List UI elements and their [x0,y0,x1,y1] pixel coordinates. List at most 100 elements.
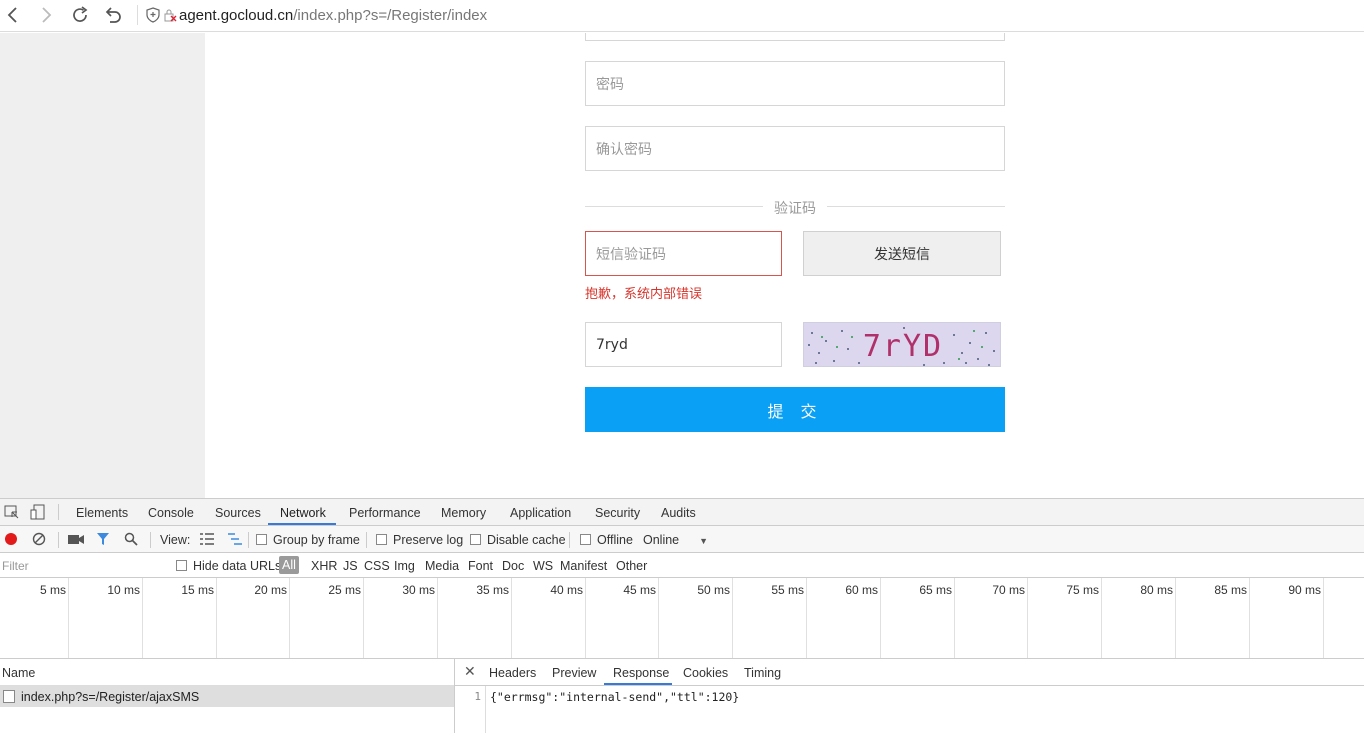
tab-security[interactable]: Security [595,506,640,520]
url-host: agent.gocloud.cn [179,6,294,24]
tab-performance[interactable]: Performance [349,506,421,520]
tab-memory[interactable]: Memory [441,506,486,520]
tab-timing[interactable]: Timing [744,666,781,680]
timeline-tick-label: 45 ms [623,583,656,597]
timeline-tick-label: 15 ms [181,583,214,597]
dropdown-arrow-icon: ▼ [699,536,709,546]
chevron-left-icon [7,7,17,23]
filter-type-manifest[interactable]: Manifest [560,559,607,573]
captcha-input[interactable]: 7ryd [585,322,782,367]
filter-type-font[interactable]: Font [468,559,493,573]
document-icon [3,690,15,703]
filter-input[interactable]: Filter [0,556,162,575]
password-field[interactable]: 密码 [585,61,1005,106]
filter-type-all[interactable]: All [279,556,299,574]
toolbar-divider [248,532,249,548]
timeline-gridline [68,578,69,658]
tab-console[interactable]: Console [148,506,194,520]
toolbar-divider [366,532,367,548]
tabbar-divider [58,504,59,520]
timeline-tick-label: 20 ms [254,583,287,597]
timeline-tick-label: 80 ms [1140,583,1173,597]
filter-type-js[interactable]: JS [343,559,358,573]
detail-tabbar: ✕ Headers Preview Response Cookies Timin… [455,659,1364,686]
undo-button[interactable] [102,4,124,26]
timeline-tick-label: 55 ms [771,583,804,597]
timeline-gridline [806,578,807,658]
toolbar-divider [58,532,59,548]
toolbar-divider [137,5,138,25]
throttling-value: Online [643,533,680,547]
timeline-gridline [142,578,143,658]
timeline-gridline [1323,578,1324,658]
response-viewer[interactable]: 1 {"errmsg":"internal-send","ttl":120} [455,686,1364,733]
request-name: index.php?s=/Register/ajaxSMS [21,689,200,704]
filter-type-media[interactable]: Media [425,559,459,573]
reload-button[interactable] [69,4,91,26]
tab-application[interactable]: Application [510,506,571,520]
sms-code-placeholder: 短信验证码 [596,246,666,263]
clear-icon[interactable] [32,532,46,549]
confirm-password-field[interactable]: 确认密码 [585,126,1005,171]
send-sms-button[interactable]: 发送短信 [803,231,1001,276]
request-row[interactable]: index.php?s=/Register/ajaxSMS [0,686,454,707]
forward-button[interactable] [35,4,57,26]
tab-preview[interactable]: Preview [552,666,596,680]
preserve-log-checkbox[interactable]: Preserve log [376,533,463,547]
submit-button[interactable]: 提 交 [585,387,1005,432]
captcha-noise: 7rYD [808,327,995,366]
tab-sources[interactable]: Sources [215,506,261,520]
devtools-tabbar: Elements Console Sources Network Perform… [0,499,1364,526]
toolbar-divider [150,532,151,548]
timeline-gridline [437,578,438,658]
request-detail-panel: ✕ Headers Preview Response Cookies Timin… [455,659,1364,733]
captcha-image[interactable]: 7rYD [803,322,1001,367]
disable-cache-checkbox[interactable]: Disable cache [470,533,566,547]
group-by-frame-checkbox[interactable]: Group by frame [256,533,360,547]
close-icon[interactable]: ✕ [464,663,476,680]
name-column-header[interactable]: Name [0,659,454,686]
offline-checkbox[interactable]: Offline [580,533,633,547]
search-icon[interactable] [124,532,138,549]
filter-type-css[interactable]: CSS [364,559,390,573]
filter-icon[interactable] [96,532,110,549]
timeline-gridline [1101,578,1102,658]
tab-network[interactable]: Network [280,506,326,520]
timeline-tick-label: 70 ms [992,583,1025,597]
address-bar[interactable]: agent.gocloud.cn/index.php?s=/Register/i… [140,4,487,26]
filter-type-other[interactable]: Other [616,559,647,573]
waterfall-view-icon[interactable] [228,533,242,548]
timeline-tick-label: 90 ms [1288,583,1321,597]
tab-cookies[interactable]: Cookies [683,666,728,680]
list-view-icon[interactable] [200,533,214,548]
tab-elements[interactable]: Elements [76,506,128,520]
tab-headers[interactable]: Headers [489,666,536,680]
throttling-select[interactable]: Online ▼ [643,533,708,547]
hide-data-urls-checkbox[interactable]: Hide data URLs [176,559,281,573]
tab-audits[interactable]: Audits [661,506,696,520]
back-button[interactable] [2,4,24,26]
device-toolbar-icon[interactable] [30,504,46,520]
timeline-gridline [732,578,733,658]
camera-icon[interactable] [68,533,84,548]
filter-type-img[interactable]: Img [394,559,415,573]
tab-response[interactable]: Response [613,666,669,680]
timeline-tick-label: 30 ms [402,583,435,597]
filter-type-xhr[interactable]: XHR [311,559,337,573]
sms-code-field[interactable]: 短信验证码 [585,231,782,276]
filter-type-doc[interactable]: Doc [502,559,524,573]
timeline-gridline [511,578,512,658]
inspect-element-icon[interactable] [4,504,20,520]
record-icon[interactable] [4,532,18,549]
timeline-tick-label: 25 ms [328,583,361,597]
network-timeline-overview[interactable]: 5 ms 10 ms 15 ms 20 ms 25 ms 30 ms 35 ms 40 ms 4… [0,578,1364,659]
previous-input-field[interactable] [585,33,1005,41]
confirm-password-placeholder: 确认密码 [596,141,652,158]
disable-cache-label: Disable cache [487,533,566,547]
filter-type-ws[interactable]: WS [533,559,553,573]
line-number-gutter: 1 [455,686,486,733]
timeline-gridline [585,578,586,658]
captcha-section-label: 验证码 [774,201,816,217]
captcha-input-value: 7ryd [596,336,628,353]
divider-line-right [827,206,1005,207]
